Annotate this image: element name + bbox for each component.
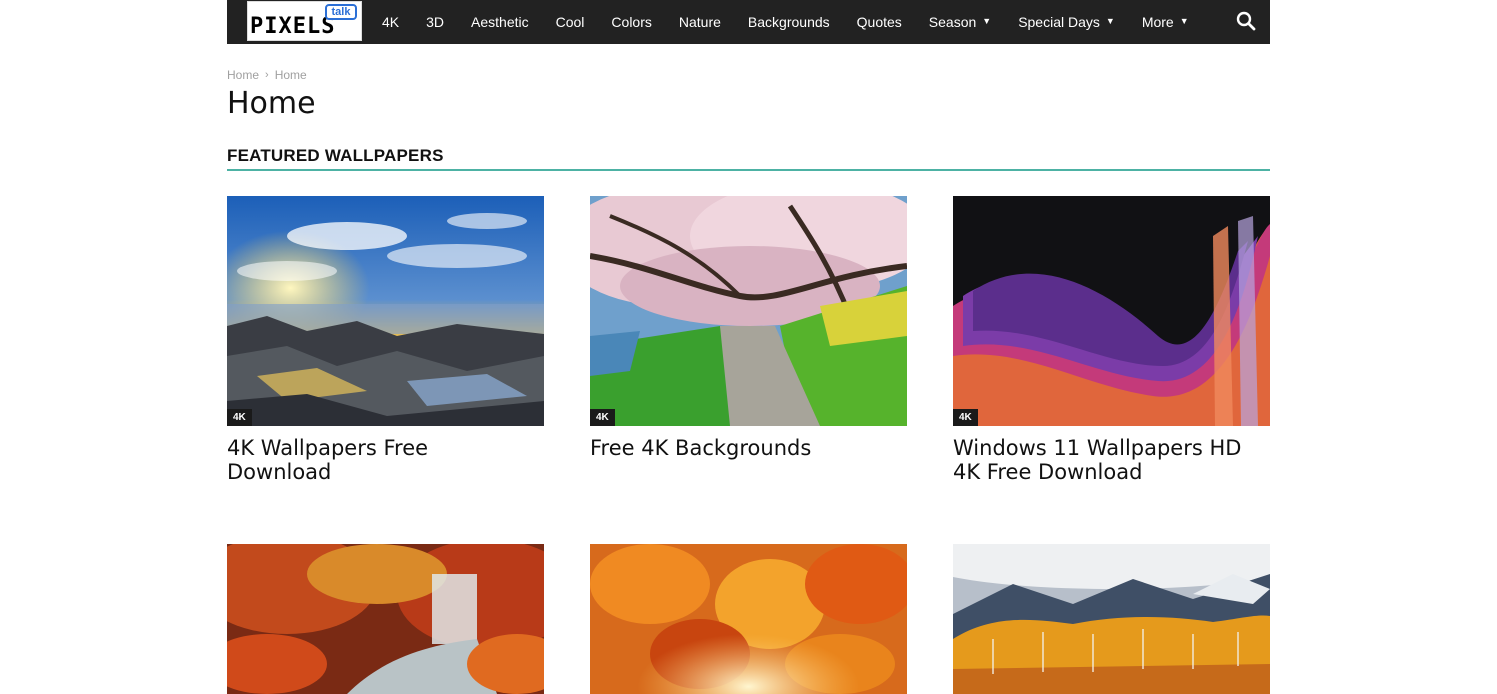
logo-speech-bubble: talk [325, 4, 357, 20]
wallpaper-card [227, 544, 544, 694]
wallpaper-card [953, 544, 1270, 694]
category-badge[interactable]: 4K [227, 409, 252, 426]
wallpaper-card [590, 544, 907, 694]
search-icon[interactable] [1236, 11, 1256, 31]
featured-section-header: FEATURED WALLPAPERS [227, 146, 1270, 171]
chevron-down-icon: ▼ [1105, 16, 1115, 26]
nav-item-special-days[interactable]: Special Days ▼ [1018, 14, 1115, 30]
wallpaper-thumbnail-autumn-mountain-forest[interactable] [953, 544, 1270, 694]
wallpaper-card-title[interactable]: Windows 11 Wallpapers HD 4K Free Downloa… [953, 436, 1253, 484]
wallpaper-thumbnail-purple-abstract-waves[interactable]: 4K [953, 196, 1270, 426]
page-title: Home [227, 86, 316, 121]
category-badge[interactable]: 4K [590, 409, 615, 426]
nav-item-cool[interactable]: Cool [556, 14, 585, 30]
breadcrumb-home-link[interactable]: Home [227, 68, 259, 82]
nav-item-nature[interactable]: Nature [679, 14, 721, 30]
wallpaper-thumbnail-orange-autumn-leaves[interactable] [590, 544, 907, 694]
top-navigation-bar: PIXELS talk 4K 3D Aesthetic Cool Colors … [227, 0, 1270, 44]
wallpaper-thumbnail-rocky-sea-sunset[interactable]: 4K [227, 196, 544, 426]
nav-item-more[interactable]: More ▼ [1142, 14, 1189, 30]
nav-item-3d[interactable]: 3D [426, 14, 444, 30]
logo-text: PIXELS [250, 14, 336, 39]
nav-item-colors[interactable]: Colors [611, 14, 651, 30]
nav-item-aesthetic[interactable]: Aesthetic [471, 14, 529, 30]
chevron-down-icon: ▼ [982, 16, 992, 26]
wallpaper-card-title[interactable]: Free 4K Backgrounds [590, 436, 890, 460]
wallpaper-card: 4K Windows 11 Wallpapers HD 4K Free Down… [953, 196, 1270, 484]
wallpaper-thumbnail-cherry-blossom-path[interactable]: 4K [590, 196, 907, 426]
chevron-down-icon: ▼ [1179, 16, 1189, 26]
category-badge[interactable]: 4K [953, 409, 978, 426]
wallpaper-thumbnail-autumn-waterfall[interactable] [227, 544, 544, 694]
breadcrumb-separator: › [265, 69, 269, 81]
nav-item-4k[interactable]: 4K [382, 14, 399, 30]
breadcrumb-current: Home [274, 68, 307, 82]
site-logo[interactable]: PIXELS talk [247, 1, 362, 41]
section-heading: FEATURED WALLPAPERS [227, 146, 444, 165]
nav-menu: 4K 3D Aesthetic Cool Colors Nature Backg… [382, 0, 1216, 44]
wallpaper-card: 4K Free 4K Backgrounds [590, 196, 907, 460]
nav-item-quotes[interactable]: Quotes [857, 14, 902, 30]
nav-item-season[interactable]: Season ▼ [929, 14, 991, 30]
wallpaper-card: 4K 4K Wallpapers Free Download [227, 196, 544, 484]
breadcrumb: Home › Home [227, 68, 307, 82]
wallpaper-card-title[interactable]: 4K Wallpapers Free Download [227, 436, 527, 484]
nav-item-backgrounds[interactable]: Backgrounds [748, 14, 830, 30]
